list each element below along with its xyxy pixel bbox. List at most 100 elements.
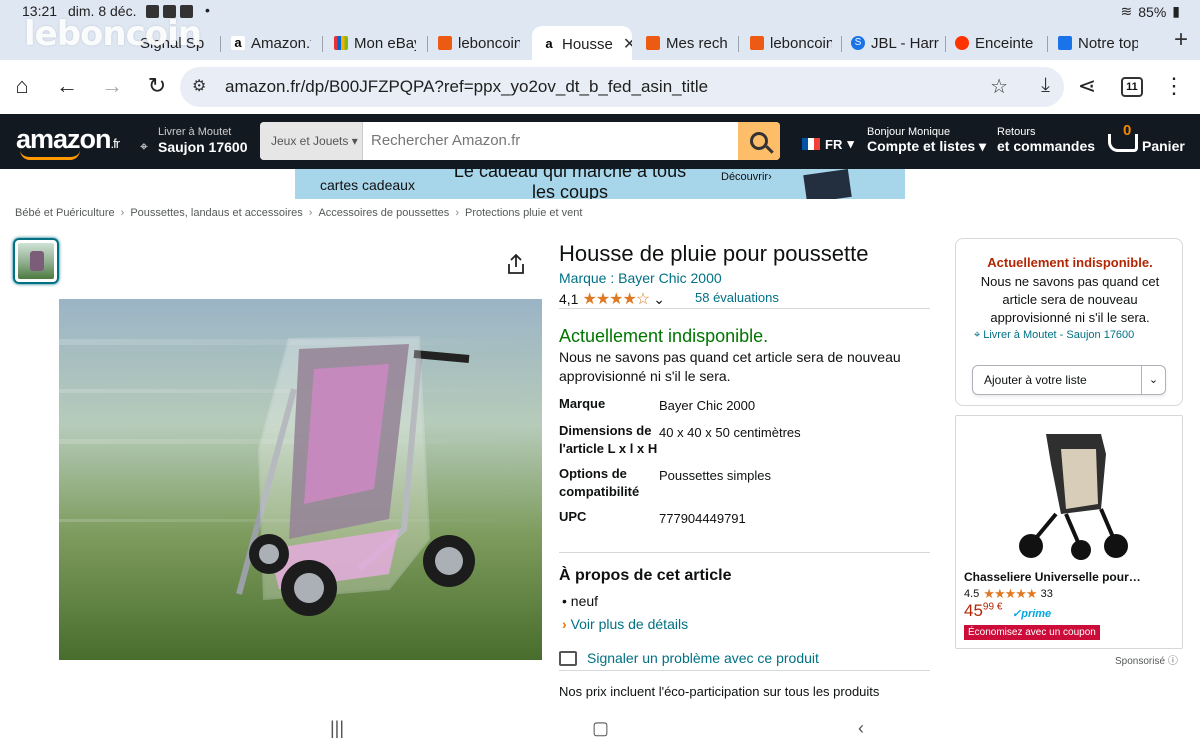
ad-product-name[interactable]: Chasseliere Universelle pour…	[964, 570, 1141, 584]
amazon-icon: a	[231, 36, 245, 50]
tab-separator	[427, 36, 428, 52]
url-text[interactable]: amazon.fr/dp/B00JFZPQPA?ref=ppx_yo2ov_dt…	[225, 77, 708, 97]
amazon-icon: a	[542, 37, 556, 51]
share-product-icon[interactable]	[505, 253, 527, 275]
product-rating[interactable]: 4,1 ★★★★☆ ⌄	[559, 289, 665, 309]
gift-card-banner[interactable]: cartes cadeaux Le cadeau qui marche à to…	[295, 169, 905, 199]
leboncoin-watermark: leboncoin	[24, 14, 202, 54]
tab-jbl[interactable]: S JBL - Harr	[851, 28, 939, 58]
spec-key: Options de compatibilité	[559, 466, 640, 499]
product-thumbnail[interactable]	[13, 238, 59, 284]
prime-badge: ✓prime	[1012, 608, 1052, 620]
tab-separator	[322, 36, 323, 52]
back-icon[interactable]: ←	[53, 72, 81, 100]
spec-value: 40 x 40 x 50 centimètres	[659, 425, 801, 440]
breadcrumb-item[interactable]: Accessoires de poussettes	[318, 207, 449, 219]
share-icon[interactable]: ⋖	[1073, 72, 1101, 100]
language-selector[interactable]: FR ▾	[802, 136, 854, 152]
banner-left-text: cartes cadeaux	[320, 177, 415, 193]
tab-switcher-button[interactable]: 11	[1121, 77, 1143, 97]
spec-value: 777904449791	[659, 511, 746, 526]
recent-apps-icon[interactable]: |||	[330, 718, 344, 739]
battery-icon: ▮	[1172, 3, 1180, 19]
tab-amazon[interactable]: a Amazon.f	[231, 28, 311, 58]
s-icon: S	[851, 36, 865, 50]
product-title: Housse de pluie pour poussette	[559, 241, 869, 266]
system-tray: ≋ 85% ▮	[1121, 3, 1180, 20]
see-more-link[interactable]: › Voir plus de détails	[562, 616, 688, 632]
divider	[559, 670, 930, 671]
reviews-link[interactable]: 58 évaluations	[695, 290, 779, 305]
gift-card-image	[803, 169, 852, 199]
leboncoin-icon	[646, 36, 660, 50]
new-tab-button[interactable]: +	[1174, 26, 1188, 54]
screen: 13:21 dim. 8 déc. • ≋ 85% ▮ leboncoin Si…	[0, 0, 1200, 750]
reload-icon[interactable]: ↻	[143, 72, 171, 100]
battery-level: 85%	[1138, 3, 1167, 20]
tab-separator	[220, 36, 221, 52]
search-category-select[interactable]: Jeux et Jouets ▾	[260, 122, 363, 160]
ad-rating-count: 33	[1040, 588, 1053, 600]
amazon-header: amazon.fr ⌖ Livrer à Moutet Saujon 17600…	[0, 114, 1200, 169]
tab-separator	[1047, 36, 1048, 52]
close-tab-icon[interactable]: ✕	[623, 34, 632, 54]
breadcrumb-separator: ›	[120, 207, 125, 219]
tab-mes-recherches[interactable]: Mes rech	[646, 28, 728, 58]
account-lists[interactable]: Bonjour Monique Compte et listes ▾	[867, 126, 986, 155]
breadcrumb-item[interactable]: Protections pluie et vent	[465, 207, 582, 219]
breadcrumb-item[interactable]: Bébé et Puériculture	[15, 207, 115, 219]
tab-notre-top[interactable]: Notre top	[1058, 28, 1138, 58]
spec-row: Marque Bayer Chic 2000	[559, 395, 929, 415]
deliver-label: Livrer à Moutet - Saujon 17600	[983, 329, 1135, 341]
brand-link[interactable]: Marque : Bayer Chic 2000	[559, 270, 722, 286]
breadcrumb-separator: ›	[455, 207, 459, 219]
report-issue-link[interactable]: Signaler un problème avec ce produit	[559, 650, 819, 666]
chevron-down-icon: ▾	[847, 136, 854, 151]
more-menu-icon[interactable]: ⋮	[1160, 72, 1188, 100]
availability-status: Actuellement indisponible.	[559, 326, 769, 346]
feedback-icon	[559, 650, 577, 666]
banner-cta[interactable]: Découvrir›	[721, 171, 772, 183]
buybox-unavailable: Actuellement indisponible.	[987, 255, 1153, 270]
tab-ebay[interactable]: Mon eBay	[334, 28, 416, 58]
back-nav-icon[interactable]: ‹	[858, 718, 864, 739]
star-rating-icon: ★★★★☆	[582, 291, 650, 308]
star-rating-icon: ★★★★★	[983, 586, 1037, 601]
bookmark-star-icon[interactable]: ☆	[990, 74, 1008, 99]
tab-leboncoin-1[interactable]: leboncoin	[438, 28, 520, 58]
sponsored-label[interactable]: Sponsorisé ⓘ	[1115, 652, 1178, 667]
add-to-list-button[interactable]: Ajouter à votre liste ⌄	[972, 365, 1166, 395]
search-icon	[750, 132, 768, 150]
forward-icon[interactable]: →	[98, 72, 126, 100]
breadcrumb-item[interactable]: Poussettes, landaus et accessoires	[130, 207, 302, 219]
about-heading: À propos de cet article	[559, 567, 732, 584]
tab-leboncoin-2[interactable]: leboncoin	[750, 28, 832, 58]
home-icon[interactable]: ⌂	[8, 72, 36, 100]
stroller-rain-cover-image	[59, 335, 542, 616]
home-nav-icon[interactable]: ▢	[592, 718, 609, 739]
info-icon: ⓘ	[1167, 656, 1178, 667]
cart-button[interactable]: 0 Panier	[1104, 122, 1194, 160]
search-input[interactable]: Rechercher Amazon.fr	[371, 132, 520, 149]
product-main-image[interactable]	[59, 299, 542, 660]
wifi-icon: ≋	[1120, 3, 1133, 19]
tab-label: leboncoin	[458, 34, 520, 52]
buybox-deliver-link[interactable]: ⌖ Livrer à Moutet - Saujon 17600	[974, 329, 1134, 342]
stroller-footmuff-image	[1019, 434, 1128, 560]
tab-label: JBL - Harr	[871, 34, 939, 52]
sponsored-text: Sponsorisé	[1115, 656, 1166, 667]
search-button[interactable]	[738, 122, 780, 160]
tab-separator	[841, 36, 842, 52]
spec-table: Marque Bayer Chic 2000 Dimensions de l'a…	[559, 395, 929, 535]
tab-housse-active[interactable]: a Housse ✕	[532, 26, 632, 62]
browser-toolbar: ⌂ ← → ↻ ⚙ amazon.fr/dp/B00JFZPQPA?ref=pp…	[0, 60, 1200, 114]
returns-line2: et commandes	[997, 138, 1096, 154]
download-icon[interactable]: ⤓	[1041, 74, 1050, 97]
returns-orders[interactable]: Retours et commandes	[997, 126, 1095, 154]
more-notifications-dot: •	[205, 2, 210, 18]
chevron-down-icon[interactable]: ⌄	[1141, 366, 1165, 394]
address-bar[interactable]: ⚙ amazon.fr/dp/B00JFZPQPA?ref=ppx_yo2ov_…	[180, 67, 1064, 107]
sponsored-product-card[interactable]: Chasseliere Universelle pour… 4.5 ★★★★★ …	[955, 415, 1183, 649]
tab-enceinte[interactable]: Enceinte	[955, 28, 1041, 58]
site-settings-icon[interactable]: ⚙	[192, 76, 206, 96]
